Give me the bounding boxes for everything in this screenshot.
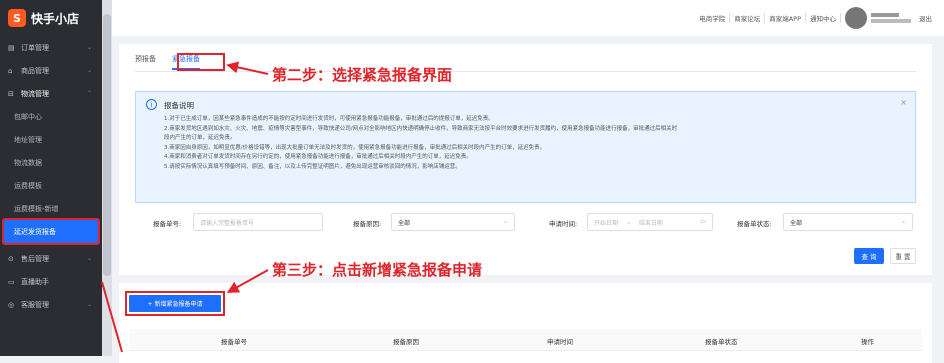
- th-reason: 报备原因: [393, 338, 419, 346]
- kuaishou-logo-icon: S: [8, 9, 26, 27]
- user-name-redacted[interactable]: [871, 13, 911, 23]
- link-ecommerce-academy[interactable]: 电商学院: [695, 13, 731, 23]
- callout-step3: 第三步：点击新增紧急报备申请: [272, 261, 483, 279]
- close-icon[interactable]: ×: [900, 98, 907, 107]
- chevron-down-icon: ⌄: [86, 255, 92, 262]
- sidebar-item-label: 售后管理: [21, 254, 49, 263]
- status-select[interactable]: 全部 ⌄: [783, 213, 913, 231]
- annotation-box-tab: [177, 53, 225, 71]
- notice-panel: i 报备说明 1.对于已生成订单，因某些紧急事件造成的不能按约定时间进行发货时，…: [135, 91, 916, 203]
- goods-icon: ⌂: [8, 66, 13, 75]
- sidebar-item-service[interactable]: ◎ 客服管理 ⌄: [0, 293, 102, 316]
- report-no-input[interactable]: 请输入完整报备单号: [193, 213, 323, 231]
- reason-label: 报备原因:: [353, 220, 382, 228]
- logistics-icon: ⊟: [8, 89, 14, 98]
- chevron-down-icon: ⌄: [900, 218, 906, 225]
- sidebar-subitem-logistics-data[interactable]: 物流数据: [0, 151, 102, 174]
- th-apply-time: 申请时间: [547, 338, 573, 346]
- brand-name: 快手小店: [31, 11, 80, 26]
- date-separator: ~: [625, 220, 631, 227]
- chevron-up-icon: ⌃: [86, 90, 92, 97]
- service-icon: ◎: [8, 300, 15, 309]
- report-no-label: 报备单号:: [153, 220, 182, 228]
- tab-pre-report[interactable]: 预报备: [135, 54, 156, 70]
- chevron-down-icon: ⌄: [86, 67, 92, 74]
- chevron-down-icon: ⌄: [502, 218, 508, 225]
- sidebar: S 快手小店 ▤ 订单管理 ⌄ ⌂ 商品管理 ⌄ ⊟ 物流管理 ⌃ 包邮中心 地…: [0, 0, 102, 356]
- notice-line: 2.商家发货地区遇到如水灾、火灾、地震、疫情等灾害型事件，导致快递公司/网点对全…: [164, 125, 678, 132]
- date-range-picker[interactable]: 开始日期 ~ 结束日期 ▭: [587, 213, 713, 231]
- sidebar-subitem-freight-template[interactable]: 运费模板: [0, 174, 102, 197]
- sidebar-subitem-free-shipping[interactable]: 包邮中心: [0, 105, 102, 128]
- sidebar-item-goods[interactable]: ⌂ 商品管理 ⌄: [0, 59, 102, 82]
- logout-link[interactable]: 退出: [915, 13, 936, 23]
- th-actions: 操作: [861, 338, 874, 346]
- filter-row: 报备单号: 请输入完整报备单号 报备原因: 全部 ⌄ 申请时间: 开始日期 ~ …: [135, 213, 916, 233]
- sidebar-item-label: 商品管理: [21, 66, 49, 75]
- sidebar-item-label: 物流管理: [21, 89, 49, 98]
- end-date-placeholder: 结束日期: [638, 220, 663, 227]
- notice-title: 报备说明: [164, 101, 194, 110]
- sidebar-item-orders[interactable]: ▤ 订单管理 ⌄: [0, 36, 102, 59]
- query-button[interactable]: 查 询: [854, 248, 884, 264]
- th-report-no: 报备单号: [221, 338, 247, 346]
- table-header: 报备单号 报备原因 申请时间 报备单状态 操作: [129, 329, 922, 351]
- th-status: 报备单状态: [705, 338, 738, 346]
- report-no-placeholder: 请输入完整报备单号: [200, 220, 255, 227]
- live-icon: ▭: [8, 277, 15, 286]
- reset-button[interactable]: 重 置: [890, 248, 916, 264]
- reason-value: 全部: [398, 220, 411, 227]
- sidebar-item-logistics[interactable]: ⊟ 物流管理 ⌃: [0, 82, 102, 105]
- aftersale-icon: ⊙: [8, 254, 14, 263]
- notice-line: 4.商家和消费者对订单发货时间存在另行约定的，使用紧急报备功能进行报备，审批通过…: [164, 154, 472, 160]
- link-merchant-forum[interactable]: 商家论坛: [730, 13, 766, 23]
- notice-line: 1.对于已生成订单，因某些紧急事件造成的不能按约定时间进行发货时，可使用紧急报备…: [164, 116, 494, 122]
- add-urgent-report-button[interactable]: + 新增紧急报备申请: [129, 295, 221, 312]
- report-card: 预报备 紧急报备 i 报备说明 1.对于已生成订单，因某些紧急事件造成的不能按约…: [119, 44, 932, 275]
- sidebar-item-label: 直播助手: [21, 277, 49, 286]
- sidebar-subitem-address[interactable]: 地址管理: [0, 128, 102, 151]
- notice-line: 段内产生的订单，延迟免责。: [164, 135, 236, 141]
- start-date-placeholder: 开始日期: [594, 220, 619, 227]
- sidebar-item-aftersale[interactable]: ⊙ 售后管理 ⌄: [0, 247, 102, 270]
- sidebar-subitem-delay-report[interactable]: 延迟发货报备: [2, 218, 100, 245]
- top-bar: 电商学院 商家论坛 商家端APP 通知中心 退出: [112, 0, 944, 36]
- sidebar-item-live[interactable]: ▭ 直播助手: [0, 270, 102, 293]
- status-label: 报备单状态:: [737, 220, 772, 228]
- sidebar-item-label: 客服管理: [21, 300, 49, 309]
- order-icon: ▤: [8, 43, 15, 52]
- tab-divider: [135, 71, 916, 72]
- callout-step2: 第二步：选择紧急报备界面: [272, 66, 453, 84]
- list-card: + 新增紧急报备申请 报备单号 报备原因 申请时间 报备单状态 操作: [119, 283, 932, 363]
- link-notifications[interactable]: 通知中心: [806, 13, 841, 23]
- chevron-down-icon: ⌄: [86, 44, 92, 51]
- sidebar-subitem-freight-template-new[interactable]: 运费模板-新增: [0, 197, 102, 220]
- apply-time-label: 申请时间:: [549, 220, 578, 228]
- status-value: 全部: [790, 220, 803, 227]
- reason-select[interactable]: 全部 ⌄: [391, 213, 515, 231]
- avatar[interactable]: [845, 7, 867, 29]
- link-merchant-app[interactable]: 商家端APP: [765, 13, 806, 23]
- sidebar-item-label: 订单管理: [21, 43, 49, 52]
- sidebar-scrollbar-thumb[interactable]: [103, 14, 111, 276]
- info-icon: i: [146, 99, 157, 110]
- chevron-down-icon: ⌄: [86, 301, 92, 308]
- notice-line: 3.商家因自身原因，如明显优惠/价格设错等，出现大批量订单无法及时发货的，使用紧…: [164, 144, 546, 151]
- notice-line: 5.请按实际情况认真填写预备时间、原因、备注，以及上传完整证明图片，避免出现运营…: [164, 163, 461, 170]
- calendar-icon: ▭: [700, 218, 706, 225]
- brand-logo[interactable]: S 快手小店: [0, 0, 102, 36]
